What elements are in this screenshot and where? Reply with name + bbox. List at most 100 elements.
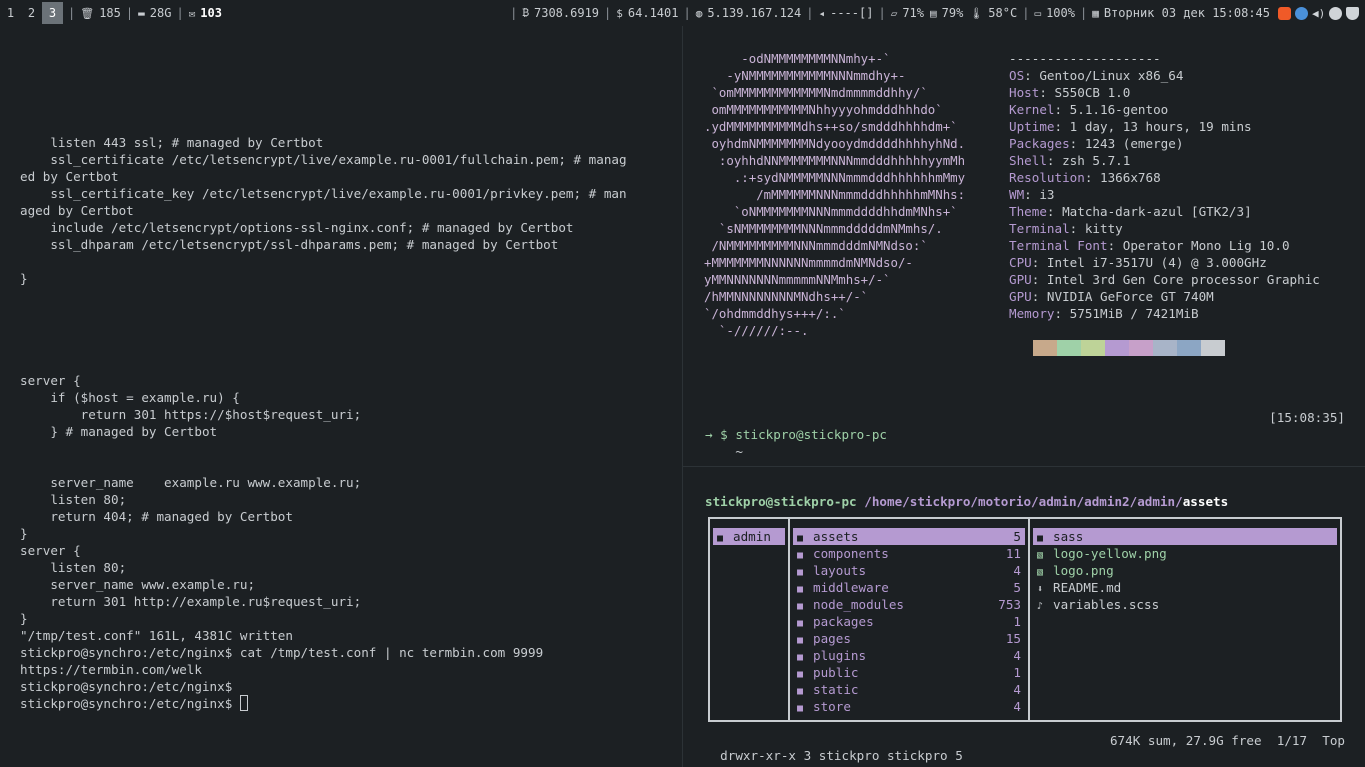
date-time: Вторник 03 дек 15:08:45 [1103,6,1270,20]
terminal-line: ssl_certificate_key /etc/letsencrypt/liv… [20,186,627,201]
network-tray-icon[interactable] [1329,6,1342,20]
ranger-preview-entry[interactable]: ♪ variables.scss [1033,596,1337,613]
terminal-line: ssl_certificate /etc/letsencrypt/live/ex… [20,152,627,167]
brave-tray-icon[interactable] [1278,6,1291,20]
cpu-temperature: 58°C [988,6,1018,20]
entry-count: 1 [1013,614,1021,629]
info-row: Terminal Font: Operator Mono Lig 10.0 [1009,237,1320,254]
terminal-line: listen 80; [20,560,127,575]
terminal-line: server { [20,543,81,558]
color-swatch [1129,340,1153,356]
info-key: Resolution [1009,170,1085,185]
ranger-file-browser: ■ admin ■ assets 5 ■ components 11 ■ layouts 4 ■ mi… [708,517,1342,722]
info-key: Terminal Font [1009,238,1108,253]
separator: | [125,6,134,20]
mail-count: 103 [200,6,222,20]
terminal-line: listen 80; [20,492,127,507]
info-key: Host [1009,85,1040,100]
volume-icon: ◂ [818,6,826,20]
terminal-line: stickpro@synchro:/etc/nginx$ [20,679,240,694]
logo-line: -yNMMMMMMMMMMMNNNmmdhy+- [704,68,906,83]
ranger-dir-entry[interactable]: ■ layouts 4 [793,562,1025,579]
entry-name: plugins [813,648,867,663]
ranger-preview-column: ■ sass ▧ logo-yellow.png ▧ logo.png ⬇ README.md… [1030,519,1340,720]
ranger-dir-entry[interactable]: ■ assets 5 [793,528,1025,545]
ranger-dir-entry[interactable]: ■ packages 1 [793,613,1025,630]
info-row: OS: Gentoo/Linux x86_64 [1009,67,1320,84]
disk-percent: 71% [902,6,925,20]
ranger-dir-entry[interactable]: ■ store 4 [793,698,1025,715]
entry-name: admin [733,529,771,544]
top-right-prompt[interactable]: stickpro@stickpro-pc ~ [15:08:35] → $ [705,409,1345,459]
workspace-3[interactable]: 3 [42,2,63,24]
ranger-preview-entry[interactable]: ■ sass [1033,528,1337,545]
left-terminal[interactable]: listen 443 ssl; # managed by Certbot ssl… [20,134,670,712]
info-colon: : [1054,102,1070,117]
ranger-user: stickpro@stickpro-pc [705,494,857,509]
bitcoin-rate: 7308.6919 [534,6,600,20]
globe-tray-icon[interactable] [1295,6,1308,20]
terminal-line: } # managed by Certbot [20,424,218,439]
ranger-dir-entry[interactable]: ■ public 1 [793,664,1025,681]
ranger-preview-entry[interactable]: ▧ logo-yellow.png [1033,545,1337,562]
info-colon: : [1069,136,1085,151]
info-row: Terminal: kitty [1009,220,1320,237]
battery-icon: ▭ [1034,6,1042,20]
entry-name: logo.png [1053,563,1114,578]
workspace-2[interactable]: 2 [21,2,42,24]
terminal-cursor[interactable] [239,695,248,711]
info-key: Memory [1009,306,1055,321]
entry-name: sass [1053,529,1084,544]
ranger-preview-entry[interactable]: ⬇ README.md [1033,579,1337,596]
ranger-preview-entry[interactable]: ▧ logo.png [1033,562,1337,579]
terminal-line: } [20,526,28,541]
ranger-dir-entry[interactable]: ■ node_modules 753 [793,596,1025,613]
info-colon: : [1024,187,1040,202]
terminal-line: ssl_dhparam /etc/letsencrypt/ssl-dhparam… [20,237,559,252]
info-value: Operator Mono Lig 10.0 [1122,238,1290,253]
info-row: Host: S550CB 1.0 [1009,84,1320,101]
pane-divider-vertical[interactable] [682,26,683,767]
ranger-path-bar: stickpro@stickpro-pc /home/stickpro/moto… [705,494,1228,509]
volume-level[interactable]: ----[] [830,6,873,20]
color-swatch [1153,340,1177,356]
entry-count: 5 [1013,580,1021,595]
info-key: Shell [1009,153,1047,168]
prompt-user: stickpro@stickpro-pc [735,427,887,442]
ranger-parent-entry[interactable]: ■ admin [713,528,785,545]
entry-name: store [813,699,851,714]
ranger-dir-entry[interactable]: ■ static 4 [793,681,1025,698]
folder-icon: ■ [717,533,724,544]
terminal-line: server_name example.ru www.example.ru; [20,475,362,490]
info-row: GPU: NVIDIA GeForce GT 740M [1009,288,1320,305]
system-info: -------------------- OS: Gentoo/Linux x8… [1009,50,1320,322]
workspace-1[interactable]: 1 [0,2,21,24]
globe-icon: ◍ [695,6,703,20]
info-row: Shell: zsh 5.7.1 [1009,152,1320,169]
pane-divider-horizontal[interactable] [683,466,1365,467]
info-value: Intel 3rd Gen Core processor Graphic [1046,272,1320,287]
bar-left: 1 2 3 | 🗑 185 | ▬ 28G | ✉ 103 [0,2,222,24]
ranger-dir-entry[interactable]: ■ plugins 4 [793,647,1025,664]
terminal-line: return 301 https://$host$request_uri; [20,407,362,422]
shield-tray-icon[interactable] [1346,6,1359,20]
ranger-dir-entry[interactable]: ■ pages 15 [793,630,1025,647]
ranger-dir-entry[interactable]: ■ middleware 5 [793,579,1025,596]
entry-name: packages [813,614,874,629]
color-swatch [1105,340,1129,356]
entry-name: components [813,546,889,561]
mail-icon: ✉ [188,6,196,20]
logo-line: -odNMMMMMMMMNNmhy+-` [704,51,891,66]
info-value: Gentoo/Linux x86_64 [1039,68,1184,83]
info-value: Intel i7-3517U (4) @ 3.000GHz [1046,255,1267,270]
info-colon: : [1107,238,1123,253]
ranger-dir-entry[interactable]: ■ components 11 [793,545,1025,562]
info-key: Theme [1009,204,1047,219]
volume-tray-icon[interactable]: ◀) [1312,7,1325,20]
terminal-line: } [20,271,28,286]
entry-name: node_modules [813,597,904,612]
separator: | [806,6,814,20]
